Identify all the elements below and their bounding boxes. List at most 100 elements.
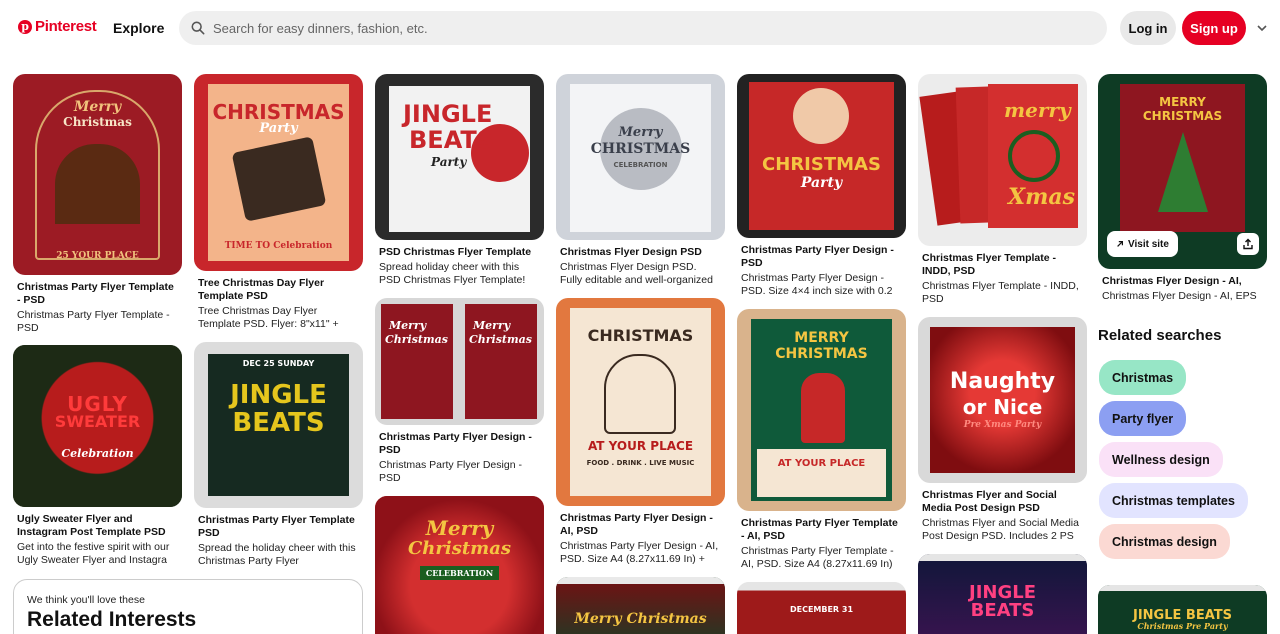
poster-text: Christmas bbox=[469, 333, 532, 346]
pin-image[interactable]: Merry CHRISTMAS CELEBRATION bbox=[556, 74, 725, 240]
related-interests-heading: Related Interests bbox=[27, 608, 197, 631]
pin-image[interactable]: JINGLE BEATS bbox=[918, 554, 1087, 634]
pin-card[interactable]: UGLY SWEATER Celebration Ugly Sweater Fl… bbox=[13, 345, 182, 567]
poster-text: MERRY bbox=[1159, 95, 1206, 109]
pin-card[interactable]: MERRY CHRISTMAS AT YOUR PLACE Christmas … bbox=[737, 309, 906, 571]
login-button[interactable]: Log in bbox=[1120, 11, 1176, 45]
pin-card[interactable]: CHRISTMAS Party Christmas Party Flyer De… bbox=[737, 74, 906, 298]
pin-title: Christmas Party Flyer Design - PSD bbox=[379, 431, 532, 456]
poster-text: CHRISTMAS bbox=[775, 346, 868, 362]
pin-image[interactable]: CHRISTMAS AT YOUR PLACE FOOD . DRINK . L… bbox=[556, 298, 725, 506]
pin-card[interactable]: merry Xmas Christmas Flyer Template - IN… bbox=[918, 74, 1087, 306]
pin-card[interactable]: JINGLE BEATS Christmas Pre Party bbox=[1098, 585, 1267, 634]
pin-title: Christmas Party Flyer Template - AI, PSD bbox=[741, 517, 898, 542]
search-input[interactable] bbox=[213, 20, 1073, 36]
poster-text: Party bbox=[800, 175, 843, 191]
pin-image[interactable]: DECEMBER 31 bbox=[737, 582, 906, 634]
pin-title: Christmas Party Flyer Design - AI, PSD bbox=[560, 512, 713, 537]
share-button[interactable] bbox=[1237, 233, 1259, 255]
pin-title: Christmas Party Flyer Template - PSD bbox=[17, 281, 174, 306]
poster-text: UGLY bbox=[67, 391, 128, 416]
poster-text: JINGLE BEATS bbox=[1133, 607, 1232, 623]
poster-text: or Nice bbox=[962, 395, 1043, 419]
poster-text: Christmas Pre Party bbox=[1137, 620, 1228, 631]
pin-image[interactable]: JINGLE BEATS Christmas Pre Party bbox=[1098, 585, 1267, 634]
poster-text: CHRISTMAS bbox=[590, 141, 691, 157]
poster-text: AT YOUR PLACE bbox=[777, 458, 866, 469]
poster-text: Party bbox=[431, 155, 467, 169]
poster-text: BEATS bbox=[232, 408, 325, 438]
visit-site-button[interactable]: Visit site bbox=[1107, 231, 1178, 257]
signup-button[interactable]: Sign up bbox=[1182, 11, 1246, 45]
pin-card[interactable]: Merry Christmas Merry Christmas Christma… bbox=[375, 298, 544, 485]
pin-card[interactable]: MERRY CHRISTMAS Visit site Christmas Fly… bbox=[1098, 74, 1267, 303]
pin-card[interactable]: Merry Christmas 25 YOUR PLACE Christmas … bbox=[13, 74, 182, 335]
related-search-chip[interactable]: Christmas bbox=[1099, 360, 1187, 395]
pin-description: Christmas Flyer Template - INDD, PSD bbox=[922, 280, 1079, 305]
poster-text: CELEBRATION bbox=[419, 566, 500, 580]
pin-card[interactable]: DEC 25 SUNDAY JINGLE BEATS Christmas Par… bbox=[194, 342, 363, 568]
pin-image[interactable]: JINGLE BEATS Party bbox=[375, 74, 544, 240]
external-link-icon bbox=[1117, 241, 1123, 247]
related-search-chip[interactable]: Party flyer bbox=[1099, 401, 1187, 436]
pin-image[interactable]: DEC 25 SUNDAY JINGLE BEATS bbox=[194, 342, 363, 508]
poster-text: Merry bbox=[389, 319, 427, 332]
related-search-chip[interactable]: Christmas templates bbox=[1099, 483, 1248, 518]
pin-description: Tree Christmas Day Flyer Template PSD. F… bbox=[198, 305, 339, 330]
pin-card[interactable]: CHRISTMAS AT YOUR PLACE FOOD . DRINK . L… bbox=[556, 298, 725, 566]
poster-text: Christmas bbox=[63, 115, 132, 129]
poster-text: Christmas bbox=[407, 538, 512, 559]
poster-text: Celebration bbox=[61, 446, 134, 460]
poster-text: CELEBRATION bbox=[613, 161, 668, 169]
pin-image[interactable]: Merry Christmas CELEBRATION bbox=[375, 496, 544, 634]
poster-text: AT YOUR PLACE bbox=[587, 439, 694, 453]
pin-card[interactable]: Merry Christmas CELEBRATION bbox=[375, 496, 544, 634]
pin-card[interactable]: JINGLE BEATS Party PSD Christmas Flyer T… bbox=[375, 74, 544, 287]
pin-image[interactable]: MERRY CHRISTMAS Visit site bbox=[1098, 74, 1267, 269]
pin-title: Christmas Party Flyer Design - PSD bbox=[741, 244, 894, 269]
poster-text: Merry bbox=[473, 319, 511, 332]
pinterest-logo[interactable]: p Pinterest bbox=[18, 18, 97, 35]
pin-card[interactable]: Naughty or Nice Pre Xmas Party Christmas… bbox=[918, 317, 1087, 543]
visit-site-label: Visit site bbox=[1128, 238, 1169, 250]
pin-description: Spread the holiday cheer with this Chris… bbox=[198, 542, 356, 567]
pin-image[interactable]: CHRISTMAS Party TIME TO Celebration bbox=[194, 74, 363, 271]
pin-description: Christmas Party Flyer Template - PSD bbox=[17, 309, 170, 334]
poster-text: FOOD . DRINK . LIVE MUSIC bbox=[586, 459, 695, 467]
pin-title: Christmas Flyer Design - AI, EPS bbox=[1102, 275, 1242, 287]
pin-card[interactable]: JINGLE BEATS bbox=[918, 554, 1087, 634]
pin-card[interactable]: Merry CHRISTMAS CELEBRATION Christmas Fl… bbox=[556, 74, 725, 287]
brand-name: Pinterest bbox=[35, 18, 97, 35]
search-bar[interactable] bbox=[179, 11, 1107, 45]
poster-text: JINGLE bbox=[403, 100, 493, 128]
pin-image[interactable]: Merry Christmas bbox=[556, 577, 725, 634]
pin-title: Christmas Flyer Design PSD bbox=[560, 246, 702, 258]
poster-text: Merry bbox=[425, 516, 494, 540]
pin-image[interactable]: MERRY CHRISTMAS AT YOUR PLACE bbox=[737, 309, 906, 511]
poster-text: SWEATER bbox=[54, 411, 141, 431]
poster-text: BEATS bbox=[409, 126, 495, 154]
pin-image[interactable]: merry Xmas bbox=[918, 74, 1087, 246]
explore-link[interactable]: Explore bbox=[113, 20, 164, 36]
chevron-down-icon[interactable] bbox=[1256, 22, 1268, 34]
poster-text: MERRY bbox=[794, 330, 849, 346]
pin-image[interactable]: Merry Christmas 25 YOUR PLACE bbox=[13, 74, 182, 275]
pin-card[interactable]: CHRISTMAS Party TIME TO Celebration Tree… bbox=[194, 74, 363, 331]
poster-text: CHRISTMAS bbox=[762, 154, 881, 175]
related-searches-heading: Related searches bbox=[1098, 327, 1222, 344]
pin-image[interactable]: Naughty or Nice Pre Xmas Party bbox=[918, 317, 1087, 483]
pin-title: Christmas Party Flyer Template PSD bbox=[198, 514, 355, 539]
pin-image[interactable]: Merry Christmas Merry Christmas bbox=[375, 298, 544, 425]
poster-text: DEC 25 SUNDAY bbox=[242, 359, 315, 368]
poster-text: JINGLE bbox=[230, 380, 327, 410]
pin-title: Tree Christmas Day Flyer Template PSD bbox=[198, 277, 325, 302]
pin-card[interactable]: Merry Christmas bbox=[556, 577, 725, 634]
related-search-chip[interactable]: Christmas design bbox=[1099, 524, 1230, 559]
pin-image[interactable]: CHRISTMAS Party bbox=[737, 74, 906, 238]
pin-title: PSD Christmas Flyer Template bbox=[379, 246, 532, 258]
pin-card[interactable]: DECEMBER 31 bbox=[737, 582, 906, 634]
poster-text: Merry bbox=[73, 99, 122, 115]
related-search-chip[interactable]: Wellness design bbox=[1099, 442, 1223, 477]
poster-text: merry bbox=[1004, 98, 1071, 122]
pin-image[interactable]: UGLY SWEATER Celebration bbox=[13, 345, 182, 507]
